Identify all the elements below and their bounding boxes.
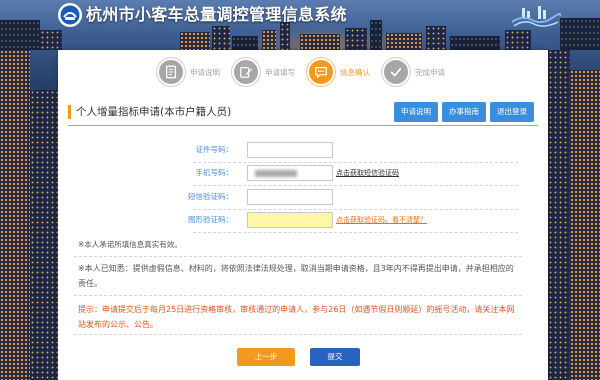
commitment-note: ※本人承诺所填信息真实有效。	[78, 240, 182, 249]
submit-button[interactable]: 提交	[310, 348, 360, 366]
section-title: 个人增量指标申请(本市户籍人员)	[76, 106, 232, 118]
section-divider	[68, 125, 538, 126]
skyline-building	[232, 36, 258, 50]
skyline-building	[0, 20, 40, 50]
previous-step-button[interactable]: 上一步	[237, 348, 295, 366]
skyline-building	[370, 20, 382, 50]
phone-input[interactable]	[247, 165, 333, 181]
step-confirm: 信息确认	[307, 58, 370, 86]
id-number-input[interactable]	[247, 142, 333, 158]
step-label: 信息确认	[340, 67, 370, 77]
row-divider	[193, 185, 518, 186]
get-sms-code-link[interactable]: 点击获取短信验证码	[336, 167, 399, 179]
step-label: 申请填写	[265, 67, 295, 77]
document-icon	[165, 65, 177, 79]
step-label: 申请说明	[190, 67, 220, 77]
acknowledgement-note: ※本人已知悉：提供虚假信息、材料的，将依照法律法规处理，取消当期申请资格，且3年…	[78, 264, 514, 288]
edit-icon	[240, 67, 253, 78]
skyline-building	[300, 34, 340, 50]
step-label: 完成申请	[415, 67, 445, 77]
application-panel: 申请说明 申请填写 信息确认 完成申请 个人增量指标申请(本市户籍人员) 申请说…	[58, 50, 548, 380]
skyline-building	[386, 33, 422, 50]
skyline-building	[262, 30, 276, 50]
step-circle	[232, 58, 260, 86]
row-divider	[193, 209, 518, 210]
skyline-building	[212, 26, 230, 50]
instructions-button[interactable]: 申请说明	[394, 102, 438, 122]
skyline-building	[280, 22, 290, 50]
note-divider	[74, 334, 522, 335]
skyline-building	[30, 90, 58, 380]
skyline-building	[450, 36, 500, 50]
sms-code-label: 短信验证码：	[188, 192, 233, 201]
skyline-building	[570, 70, 600, 380]
row-divider	[193, 232, 518, 233]
phone-field	[247, 165, 333, 181]
skyline-building	[345, 28, 367, 50]
logout-button[interactable]: 退出登录	[490, 102, 534, 122]
skyline-building	[40, 30, 62, 50]
refresh-captcha-link[interactable]: 点击获取验证码，看不清楚？	[336, 214, 427, 226]
captcha-input[interactable]	[247, 212, 333, 228]
note-divider	[74, 295, 522, 296]
step-circle	[157, 58, 185, 86]
skyline-building	[560, 18, 600, 50]
step-fill-form: 申请填写	[232, 58, 295, 86]
captcha-field	[247, 212, 333, 228]
skyline-building	[426, 26, 446, 50]
chat-icon	[315, 67, 327, 78]
id-number-field	[247, 142, 333, 158]
skyline-building	[180, 32, 210, 50]
skyline-logo-icon	[511, 6, 562, 27]
step-instructions: 申请说明	[157, 58, 220, 86]
skyline-building	[0, 50, 30, 380]
sms-code-input[interactable]	[247, 189, 333, 205]
city-emblem-icon[interactable]	[57, 2, 83, 28]
check-icon	[390, 68, 402, 77]
tip-note: 提示：申请提交后于每月25日进行资格审核，审核通过的申请人，参与26日（如遇节假…	[78, 305, 515, 329]
step-complete: 完成申请	[382, 58, 445, 86]
step-circle	[307, 58, 335, 86]
section-accent-bar	[68, 105, 71, 119]
note-divider	[74, 256, 522, 257]
guide-button[interactable]: 办事指南	[442, 102, 486, 122]
site-title: 杭州市小客车总量调控管理信息系统	[86, 5, 347, 24]
step-circle	[382, 58, 410, 86]
id-number-label: 证件号码：	[195, 145, 234, 154]
sms-code-field	[247, 189, 333, 205]
skyline-building	[505, 30, 531, 50]
skyline-building	[548, 50, 570, 380]
captcha-label: 图形验证码：	[188, 215, 233, 224]
phone-label: 手机号码：	[195, 168, 234, 177]
row-divider	[193, 162, 518, 163]
